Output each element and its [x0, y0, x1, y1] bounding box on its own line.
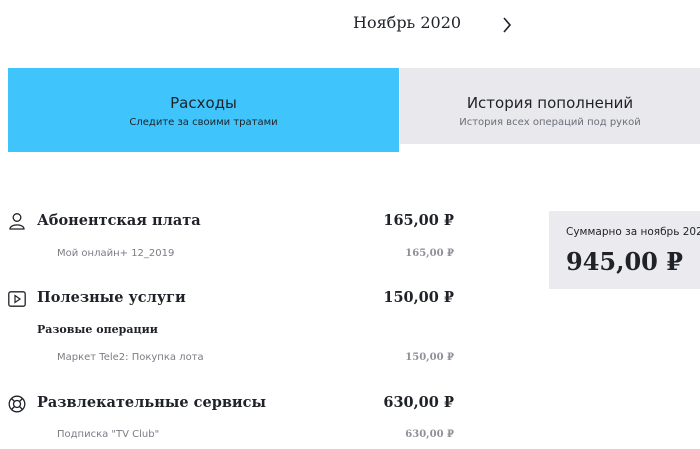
play-icon: [8, 290, 26, 308]
monthly-summary: Суммарно за ноябрь 2020 945,00 ₽: [549, 211, 700, 289]
category-title: Развлекательные сервисы: [37, 394, 267, 411]
tab-expenses-title: Расходы: [170, 94, 237, 112]
category-title: Полезные услуги: [37, 289, 186, 306]
tab-history-subtitle: История всех операций под рукой: [459, 117, 641, 128]
category-amount: 630,00 ₽: [383, 394, 454, 411]
month-navigation: Ноябрь 2020: [0, 0, 700, 50]
tab-history-title: История пополнений: [466, 94, 634, 112]
chevron-right-icon: [503, 17, 512, 33]
item-amount: 150,00 ₽: [405, 352, 454, 363]
item-name: Подписка "TV Club": [57, 429, 160, 440]
item-amount: 165,00 ₽: [405, 248, 454, 259]
summary-total: 945,00 ₽: [566, 247, 683, 276]
group-label: Разовые операции: [37, 323, 158, 336]
item-amount: 630,00 ₽: [405, 429, 454, 440]
lifebuoy-icon: [8, 395, 26, 413]
item-name: Мой онлайн+ 12_2019: [57, 248, 175, 259]
summary-label: Суммарно за ноябрь 2020: [566, 226, 700, 238]
category-amount: 165,00 ₽: [383, 212, 454, 229]
user-icon: [8, 212, 26, 230]
item-name: Маркет Tele2: Покупка лота: [57, 352, 204, 363]
tab-history[interactable]: История пополнений История всех операций…: [400, 68, 700, 144]
category-amount: 150,00 ₽: [383, 289, 454, 306]
next-month-button[interactable]: [497, 14, 517, 36]
category-title: Абонентская плата: [37, 212, 201, 229]
month-title: Ноябрь 2020: [353, 13, 462, 32]
tab-expenses-subtitle: Следите за своими тратами: [129, 117, 278, 128]
tab-expenses[interactable]: Расходы Следите за своими тратами: [8, 68, 399, 152]
